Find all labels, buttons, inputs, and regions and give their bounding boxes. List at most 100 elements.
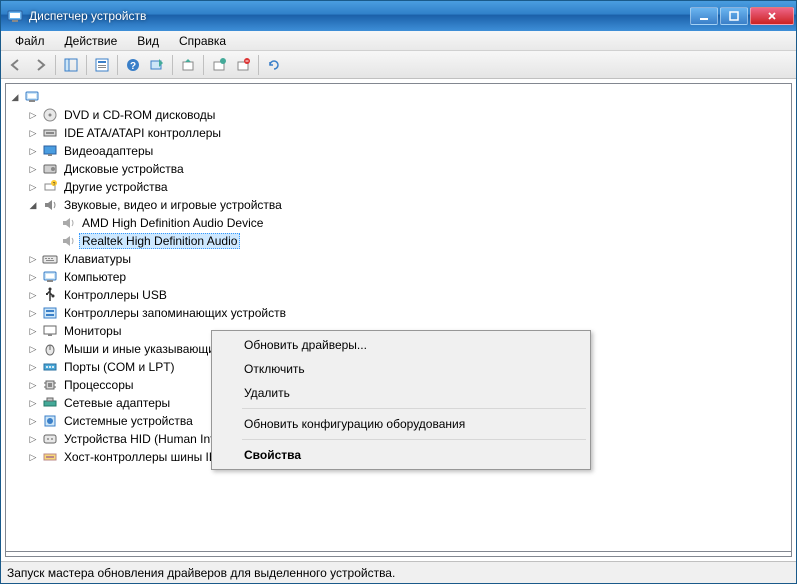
ctx-separator — [242, 439, 586, 440]
expand-icon[interactable]: ▷ — [27, 415, 39, 427]
expand-icon[interactable]: ▷ — [27, 307, 39, 319]
toolbar-separator — [117, 55, 118, 75]
ctx-separator — [242, 408, 586, 409]
expand-icon[interactable]: ▷ — [27, 379, 39, 391]
hid-icon — [42, 431, 58, 447]
tree-category[interactable]: ◢ Звуковые, видео и игровые устройства — [6, 196, 791, 214]
computer-icon — [24, 89, 40, 105]
ctx-disable[interactable]: Отключить — [214, 357, 588, 381]
expand-icon[interactable]: ▷ — [27, 109, 39, 121]
tree-category[interactable]: ▷ DVD и CD-ROM дисководы — [6, 106, 791, 124]
ctx-update-drivers[interactable]: Обновить драйверы... — [214, 333, 588, 357]
uninstall-button[interactable] — [232, 54, 254, 76]
tree-category-label: Сетевые адаптеры — [61, 395, 173, 411]
maximize-button[interactable] — [720, 7, 748, 25]
tree-category-label: Системные устройства — [61, 413, 196, 429]
tree-category-label: Контроллеры запоминающих устройств — [61, 305, 289, 321]
toolbar-separator — [203, 55, 204, 75]
expand-icon[interactable]: ▷ — [27, 451, 39, 463]
tree-category-label: Другие устройства — [61, 179, 171, 195]
expand-icon[interactable]: ▷ — [27, 253, 39, 265]
tree-category[interactable]: ▷? Другие устройства — [6, 178, 791, 196]
window-title: Диспетчер устройств — [29, 9, 690, 23]
other-icon: ? — [42, 179, 58, 195]
expand-icon[interactable]: ▷ — [27, 181, 39, 193]
tree-device[interactable]: AMD High Definition Audio Device — [6, 214, 791, 232]
collapse-icon[interactable]: ◢ — [27, 199, 39, 211]
menubar: Файл Действие Вид Справка — [1, 31, 796, 51]
expand-icon[interactable]: ▷ — [27, 127, 39, 139]
ide-icon — [42, 125, 58, 141]
tree-category-label: Звуковые, видео и игровые устройства — [61, 197, 285, 213]
tree-category[interactable]: ▷ Контроллеры запоминающих устройств — [6, 304, 791, 322]
show-hide-tree-button[interactable] — [60, 54, 82, 76]
tree-category-label: Клавиатуры — [61, 251, 134, 267]
system-icon — [42, 413, 58, 429]
menu-help[interactable]: Справка — [171, 32, 234, 50]
expand-icon[interactable]: ▷ — [27, 163, 39, 175]
scan-hardware-button[interactable] — [146, 54, 168, 76]
network-icon — [42, 395, 58, 411]
back-button[interactable] — [5, 54, 27, 76]
ctx-delete[interactable]: Удалить — [214, 381, 588, 405]
expand-icon[interactable]: ▷ — [27, 397, 39, 409]
tree-category[interactable]: ▷ Клавиатуры — [6, 250, 791, 268]
disk-icon — [42, 161, 58, 177]
minimize-button[interactable] — [690, 7, 718, 25]
app-icon — [7, 8, 23, 24]
properties-button[interactable] — [91, 54, 113, 76]
enable-button[interactable] — [208, 54, 230, 76]
expand-icon[interactable]: ▷ — [27, 433, 39, 445]
context-menu: Обновить драйверы... Отключить Удалить О… — [211, 330, 591, 470]
update-driver-button[interactable] — [177, 54, 199, 76]
expand-icon[interactable]: ▷ — [27, 361, 39, 373]
titlebar: Диспетчер устройств — [1, 1, 796, 31]
tree-category-label: Компьютер — [61, 269, 129, 285]
device-tree[interactable]: ◢ ▷ DVD и CD-ROM дисководы ▷ IDE ATA/ATAPI к… — [5, 83, 792, 552]
toolbar-separator — [55, 55, 56, 75]
refresh-button[interactable] — [263, 54, 285, 76]
svg-text:?: ? — [130, 61, 136, 72]
ctx-properties[interactable]: Свойства — [214, 443, 588, 467]
tree-category-label: Процессоры — [61, 377, 137, 393]
tree-category[interactable]: ▷ Контроллеры USB — [6, 286, 791, 304]
tree-category[interactable]: ▷ IDE ATA/ATAPI контроллеры — [6, 124, 791, 142]
tree-category-label: Контроллеры USB — [61, 287, 170, 303]
cpu-icon — [42, 377, 58, 393]
expand-icon[interactable]: ▷ — [27, 145, 39, 157]
tree-device[interactable]: Realtek High Definition Audio — [6, 232, 791, 250]
toolbar-separator — [86, 55, 87, 75]
collapse-icon[interactable]: ◢ — [9, 91, 21, 103]
usb-icon — [42, 287, 58, 303]
speaker-icon — [60, 215, 76, 231]
ctx-scan-hardware[interactable]: Обновить конфигурацию оборудования — [214, 412, 588, 436]
expand-icon[interactable]: ▷ — [27, 325, 39, 337]
tree-category[interactable]: ▷ Видеоадаптеры — [6, 142, 791, 160]
toolbar: ? — [1, 51, 796, 79]
menu-file[interactable]: Файл — [7, 32, 53, 50]
tree-category-label: Мониторы — [61, 323, 124, 339]
tree-root-node[interactable]: ◢ — [6, 88, 791, 106]
svg-text:?: ? — [53, 182, 56, 188]
forward-button[interactable] — [29, 54, 51, 76]
toolbar-separator — [172, 55, 173, 75]
tree-category[interactable]: ▷ Дисковые устройства — [6, 160, 791, 178]
toolbar-separator — [258, 55, 259, 75]
tree-category[interactable]: ▷ Компьютер — [6, 268, 791, 286]
tree-category-label: Видеоадаптеры — [61, 143, 156, 159]
ieee-icon — [42, 449, 58, 465]
tree-category-label: DVD и CD-ROM дисководы — [61, 107, 218, 123]
menu-view[interactable]: Вид — [129, 32, 167, 50]
expand-icon[interactable]: ▷ — [27, 289, 39, 301]
expand-icon[interactable]: ▷ — [27, 343, 39, 355]
menu-action[interactable]: Действие — [57, 32, 126, 50]
expand-icon[interactable]: ▷ — [27, 271, 39, 283]
close-button[interactable] — [750, 7, 794, 25]
tree-device-label: Realtek High Definition Audio — [79, 233, 240, 249]
port-icon — [42, 359, 58, 375]
sound-icon — [42, 197, 58, 213]
tree-category-label: IDE ATA/ATAPI контроллеры — [61, 125, 224, 141]
tree-category-label: Дисковые устройства — [61, 161, 187, 177]
computer-icon — [42, 269, 58, 285]
help-button[interactable]: ? — [122, 54, 144, 76]
